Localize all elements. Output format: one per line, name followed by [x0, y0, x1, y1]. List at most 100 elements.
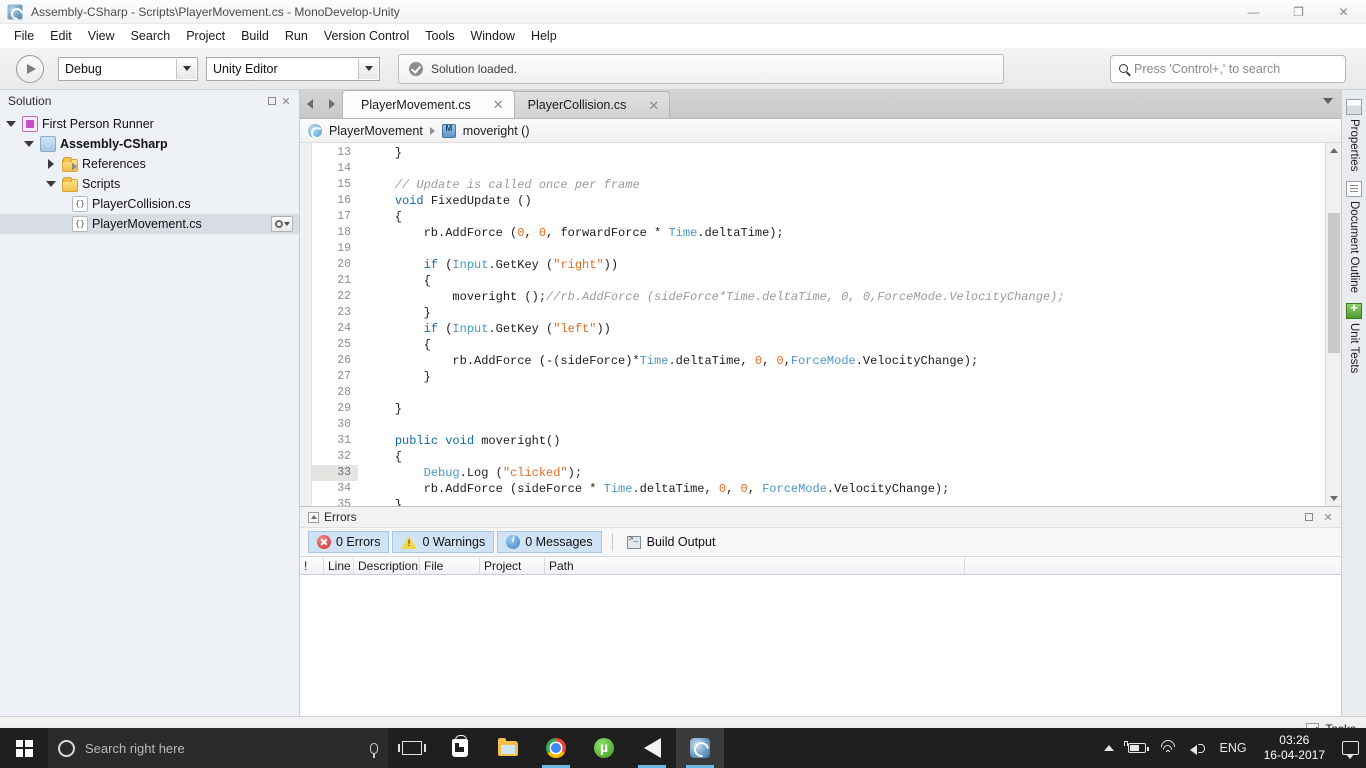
start-button[interactable]	[0, 728, 48, 768]
column-header-severity[interactable]: !	[300, 556, 324, 575]
language-button[interactable]: ENG	[1213, 728, 1254, 768]
code-line[interactable]: public void moveright()	[358, 433, 1325, 449]
code-line[interactable]: if (Input.GetKey ("left"))	[358, 321, 1325, 337]
code-line[interactable]	[358, 385, 1325, 401]
taskbar-search-box[interactable]: Search right here	[48, 728, 388, 768]
tree-item-references[interactable]: References	[0, 154, 299, 174]
taskbar-chrome-button[interactable]	[532, 728, 580, 768]
global-search-input[interactable]: Press 'Control+,' to search	[1110, 54, 1346, 83]
column-header-path[interactable]: Path	[545, 556, 965, 575]
code-line[interactable]: }	[358, 305, 1325, 321]
volume-button[interactable]	[1183, 728, 1213, 768]
code-line[interactable]: {	[358, 449, 1325, 465]
tab-player-collision[interactable]: PlayerCollision.cs ✕	[508, 91, 671, 118]
code-line[interactable]: {	[358, 273, 1325, 289]
menu-project[interactable]: Project	[178, 26, 233, 46]
taskbar-unity-button[interactable]	[628, 728, 676, 768]
scrollbar-thumb[interactable]	[1328, 213, 1340, 353]
scroll-down-icon[interactable]	[1326, 491, 1341, 506]
code-line[interactable]: rb.AddForce (sideForce * Time.deltaTime,…	[358, 481, 1325, 497]
target-dropdown[interactable]: Unity Editor	[206, 56, 380, 81]
errors-pad-close-button[interactable]: ✕	[1321, 510, 1335, 524]
tab-list-chevron-down-icon[interactable]	[1323, 98, 1333, 104]
tree-item-solution[interactable]: First Person Runner	[0, 114, 299, 134]
menu-tools[interactable]: Tools	[417, 26, 462, 46]
previous-tab-icon[interactable]	[304, 98, 316, 110]
code-line[interactable]: Debug.Log ("clicked");	[358, 465, 1325, 481]
build-output-button[interactable]: Build Output	[623, 531, 720, 553]
menu-edit[interactable]: Edit	[42, 26, 80, 46]
tree-item-player-collision[interactable]: {} PlayerCollision.cs	[0, 194, 299, 214]
menu-window[interactable]: Window	[462, 26, 522, 46]
tab-close-icon[interactable]: ✕	[493, 98, 504, 111]
filter-warnings-button[interactable]: 0 Warnings	[392, 531, 495, 553]
menu-file[interactable]: File	[6, 26, 42, 46]
code-line[interactable]	[358, 241, 1325, 257]
tab-player-movement[interactable]: PlayerMovement.cs ✕	[342, 90, 515, 118]
collapse-icon[interactable]	[308, 511, 319, 523]
code-text[interactable]: } // Update is called once per frame voi…	[358, 143, 1325, 506]
errors-pad-minimize-button[interactable]	[1302, 510, 1316, 524]
dock-tab-properties[interactable]: Properties	[1346, 96, 1362, 174]
code-line[interactable]: }	[358, 145, 1325, 161]
breadcrumb-member[interactable]: moveright ()	[463, 124, 530, 138]
code-folding-margin[interactable]	[300, 143, 312, 506]
code-line[interactable]: moveright ();//rb.AddForce (sideForce*Ti…	[358, 289, 1325, 305]
restore-button[interactable]: ❐	[1276, 0, 1321, 24]
next-tab-icon[interactable]	[326, 98, 338, 110]
chevron-right-icon[interactable]	[44, 157, 58, 171]
scroll-up-icon[interactable]	[1326, 143, 1341, 158]
menu-view[interactable]: View	[80, 26, 123, 46]
chevron-down-icon[interactable]	[4, 117, 18, 131]
show-hidden-icons-button[interactable]	[1097, 728, 1121, 768]
code-line[interactable]: rb.AddForce (-(sideForce)*Time.deltaTime…	[358, 353, 1325, 369]
chevron-down-icon[interactable]	[358, 58, 378, 79]
file-options-button[interactable]	[271, 216, 293, 232]
tab-close-icon[interactable]: ✕	[648, 99, 659, 112]
chevron-down-icon[interactable]	[22, 137, 36, 151]
column-header-file[interactable]: File	[420, 556, 480, 575]
dock-tab-document-outline[interactable]: Document Outline	[1346, 178, 1362, 296]
filter-errors-button[interactable]: 0 Errors	[308, 531, 390, 553]
tree-item-player-movement[interactable]: {} PlayerMovement.cs	[0, 214, 299, 234]
solution-pad-close-button[interactable]: ✕	[279, 94, 293, 108]
column-header-line[interactable]: Line	[324, 556, 354, 575]
taskbar-utorrent-button[interactable]	[580, 728, 628, 768]
chevron-down-icon[interactable]	[44, 177, 58, 191]
editor-vertical-scrollbar[interactable]	[1325, 143, 1341, 506]
taskbar-file-explorer-button[interactable]	[484, 728, 532, 768]
errors-table-body[interactable]	[300, 575, 1341, 716]
taskbar-monodevelop-button[interactable]	[676, 728, 724, 768]
battery-button[interactable]	[1121, 728, 1153, 768]
code-line[interactable]: }	[358, 497, 1325, 506]
taskbar-microsoft-store-button[interactable]	[436, 728, 484, 768]
menu-version-control[interactable]: Version Control	[316, 26, 417, 46]
tree-item-project[interactable]: Assembly-CSharp	[0, 134, 299, 154]
chevron-down-icon[interactable]	[176, 58, 196, 79]
action-center-button[interactable]	[1335, 728, 1366, 768]
taskbar-task-view-button[interactable]	[388, 728, 436, 768]
code-line[interactable]: }	[358, 401, 1325, 417]
column-header-project[interactable]: Project	[480, 556, 545, 575]
menu-help[interactable]: Help	[523, 26, 565, 46]
run-button[interactable]	[16, 54, 44, 83]
dock-tab-unit-tests[interactable]: Unit Tests	[1346, 300, 1362, 376]
filter-messages-button[interactable]: 0 Messages	[497, 531, 602, 553]
code-line[interactable]: // Update is called once per frame	[358, 177, 1325, 193]
column-header-description[interactable]: Description	[354, 556, 420, 575]
clock[interactable]: 03:26 16-04-2017	[1254, 728, 1335, 768]
code-editor[interactable]: 13 14 15 16 17 18 19 20 21 22 23 24 25 26 27 28 29 30 31 32…	[300, 143, 1341, 506]
solution-pad-minimize-button[interactable]	[265, 94, 279, 108]
code-line[interactable]	[358, 417, 1325, 433]
tree-item-scripts[interactable]: Scripts	[0, 174, 299, 194]
code-line[interactable]: void FixedUpdate ()	[358, 193, 1325, 209]
close-button[interactable]: ✕	[1321, 0, 1366, 24]
menu-run[interactable]: Run	[277, 26, 316, 46]
configuration-dropdown[interactable]: Debug	[58, 56, 198, 81]
menu-search[interactable]: Search	[123, 26, 179, 46]
code-line[interactable]: {	[358, 209, 1325, 225]
status-bar-panel[interactable]: Solution loaded.	[398, 53, 1004, 84]
code-line[interactable]: if (Input.GetKey ("right"))	[358, 257, 1325, 273]
breadcrumb-class[interactable]: PlayerMovement	[329, 124, 423, 138]
network-button[interactable]	[1153, 728, 1183, 768]
